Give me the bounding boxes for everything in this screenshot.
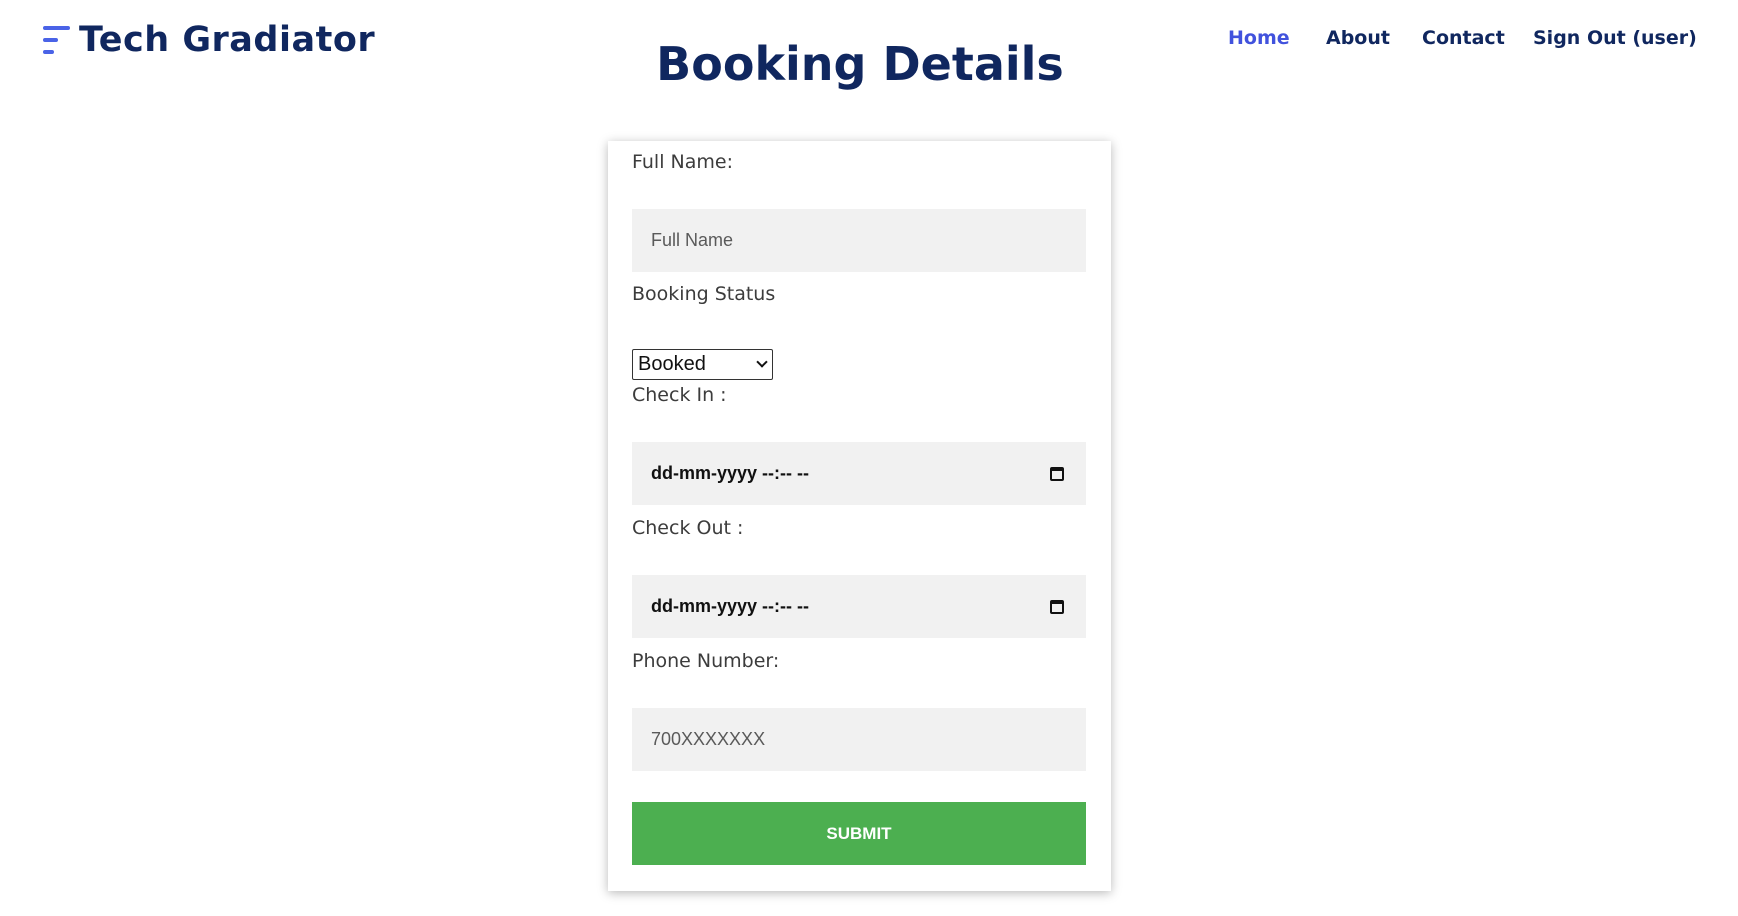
check-out-label: Check Out :	[632, 517, 744, 539]
check-out-value: dd-mm-yyyy --:-- --	[651, 596, 809, 616]
calendar-icon[interactable]	[1050, 599, 1064, 614]
calendar-icon[interactable]	[1050, 466, 1064, 481]
booking-status-select[interactable]: Booked	[632, 349, 773, 380]
check-in-label: Check In :	[632, 384, 727, 406]
chevron-down-icon	[756, 356, 768, 368]
check-out-input[interactable]: dd-mm-yyyy --:-- --	[632, 575, 1086, 638]
full-name-label: Full Name:	[632, 151, 733, 173]
check-in-input[interactable]: dd-mm-yyyy --:-- --	[632, 442, 1086, 505]
phone-input[interactable]: 700XXXXXXX	[632, 708, 1086, 771]
phone-label: Phone Number:	[632, 650, 780, 672]
booking-status-label: Booking Status	[632, 283, 776, 305]
check-in-value: dd-mm-yyyy --:-- --	[651, 463, 809, 483]
page-title: Booking Details	[656, 37, 1064, 91]
full-name-input[interactable]: Full Name	[632, 209, 1086, 272]
booking-form-card: Full Name: Full Name Booking Status Book…	[608, 141, 1111, 891]
submit-button[interactable]: SUBMIT	[632, 802, 1086, 865]
booking-page: Tech Gradiator Home About Contact Sign O…	[0, 0, 1738, 916]
booking-status-value: Booked	[638, 353, 706, 375]
